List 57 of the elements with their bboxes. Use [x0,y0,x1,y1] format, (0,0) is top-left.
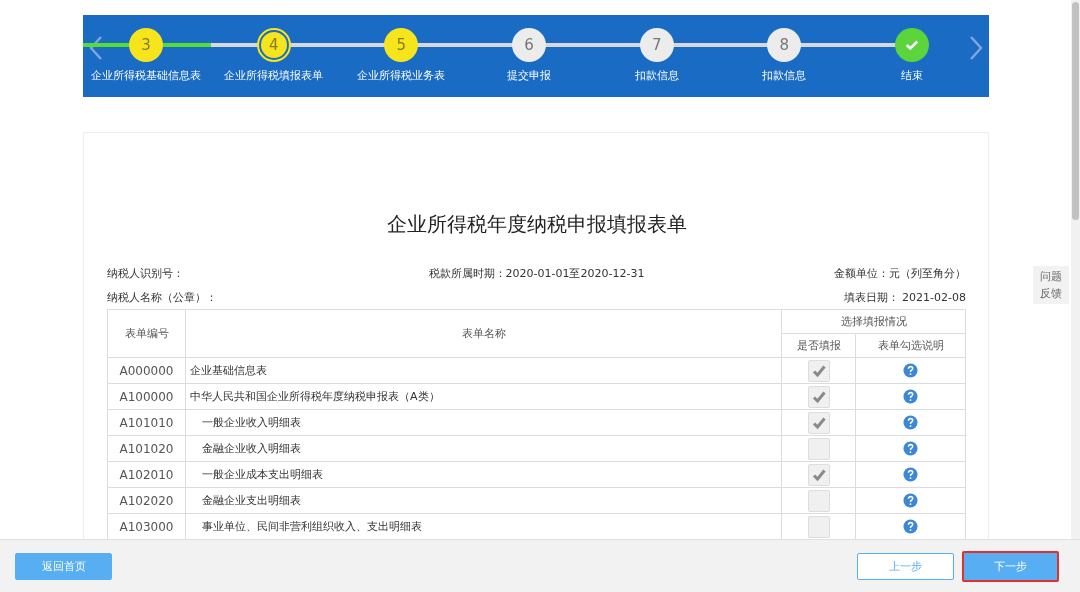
help-icon[interactable] [903,467,918,482]
column-header: 表单名称 [185,309,782,358]
checkbox[interactable] [807,411,830,434]
checkbox[interactable] [807,463,830,486]
step-label: 结束 [901,68,923,83]
info-text: 税款所属时期：2020-01-01至2020-12-31 [427,266,646,281]
info-text: 纳税人名称（公章）： [107,290,218,305]
table-cell: 一般企业收入明细表 [185,409,782,436]
help-icon[interactable] [903,415,918,430]
help-icon[interactable] [903,363,918,378]
checkbox[interactable] [807,359,830,382]
step-label: 企业所得税填报表单 [224,68,324,83]
step-number: 4 [258,30,289,60]
table-cell: A100000 [107,383,186,410]
step-number: 7 [639,28,674,62]
step-label: 企业所得税业务表 [357,68,446,83]
step-number: 6 [512,28,546,62]
chevron-right-icon[interactable] [969,35,983,61]
help-icon[interactable] [903,441,918,456]
feedback-tab[interactable]: 问题反馈 [1033,266,1069,304]
help-icon[interactable] [903,519,918,534]
step-number: 8 [767,28,802,62]
table-cell: A101010 [107,409,186,436]
table-cell: A101020 [107,435,186,462]
table-cell: 金融企业支出明细表 [185,487,782,514]
info-text: 纳税人识别号： [107,266,185,281]
table-cell: 金融企业收入明细表 [185,435,782,462]
table-cell: A000000 [107,357,186,384]
info-text: 金额单位：元（列至角分） [833,266,966,281]
step-number: 3 [129,28,163,62]
home-button[interactable]: 返回首页 [15,552,112,580]
previous-button[interactable]: 上一步 [857,552,954,580]
table-cell: 企业基础信息表 [185,357,782,384]
table-cell: A102010 [107,461,186,488]
table-cell: 中华人民共和国企业所得税年度纳税申报表（A类） [185,383,782,410]
help-icon[interactable] [903,493,918,508]
form-title: 企业所得税年度纳税申报填报表单 [385,211,688,238]
checkbox[interactable] [807,515,830,538]
next-button[interactable]: 下一步 [962,550,1059,582]
checkbox[interactable] [807,385,830,408]
table-cell: A102020 [107,487,186,514]
scrollbar-thumb[interactable] [1072,2,1079,220]
step-label: 扣款信息 [762,68,807,83]
column-header: 是否填报 [781,333,856,358]
info-text: 填表日期： 2021-02-08 [842,290,966,305]
table-cell: 一般企业成本支出明细表 [185,461,782,488]
checkbox[interactable] [807,437,830,460]
chevron-left-icon[interactable] [89,35,103,61]
step-label: 扣款信息 [634,68,679,83]
step-number: 5 [384,28,419,62]
step-label: 企业所得税基础信息表 [91,68,201,83]
checkbox[interactable] [807,489,830,512]
help-icon[interactable] [903,389,918,404]
column-header: 表单勾选说明 [855,333,966,358]
column-header: 选择填报情况 [781,309,966,334]
step-label: 提交申报 [507,68,551,83]
column-header: 表单编号 [107,309,186,358]
